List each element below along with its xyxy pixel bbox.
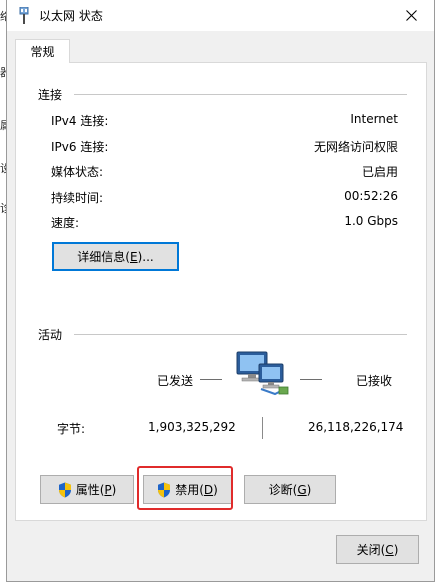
activity-heading: 活动 — [38, 328, 63, 342]
sent-label: 已发送 — [157, 374, 194, 388]
close-window-button[interactable] — [396, 3, 426, 27]
tab-general[interactable]: 常规 — [15, 39, 70, 63]
disable-button-label: 禁用(D) — [175, 483, 218, 497]
received-label: 已接收 — [356, 374, 393, 388]
bytes-separator — [262, 417, 263, 439]
title-bar: 以太网 状态 — [7, 0, 434, 31]
close-button[interactable]: 关闭(C) — [336, 535, 419, 564]
properties-button[interactable]: 属性(P) — [40, 475, 134, 504]
bytes-received-value: 26,118,226,174 — [308, 420, 404, 434]
activity-divider — [74, 334, 407, 335]
diagnose-button-label: 诊断(G) — [268, 483, 312, 497]
received-connector — [300, 379, 322, 380]
sent-connector — [200, 379, 222, 380]
connection-heading: 连接 — [38, 88, 63, 102]
media-state-label: 媒体状态: — [51, 165, 104, 179]
general-tab-panel: 连接 IPv4 连接: Internet IPv6 连接: 无网络访问权限 媒体… — [15, 62, 427, 521]
details-button-label: 详细信息(E)... — [77, 250, 154, 264]
duration-value: 00:52:26 — [344, 189, 398, 203]
network-computers-icon — [236, 351, 289, 396]
speed-label: 速度: — [51, 216, 80, 230]
network-adapter-icon — [19, 7, 29, 24]
duration-label: 持续时间: — [51, 191, 104, 205]
window-title: 以太网 状态 — [39, 9, 103, 23]
uac-shield-icon — [158, 482, 171, 497]
connection-divider — [74, 94, 407, 95]
bytes-sent-value: 1,903,325,292 — [148, 420, 236, 434]
bytes-label: 字节: — [57, 422, 86, 436]
details-button[interactable]: 详细信息(E)... — [52, 242, 179, 271]
speed-value: 1.0 Gbps — [344, 214, 398, 228]
properties-button-label: 属性(P) — [75, 483, 117, 497]
tab-general-label: 常规 — [30, 45, 55, 59]
ipv4-value: Internet — [350, 112, 398, 126]
uac-shield-icon — [58, 482, 71, 497]
disable-button[interactable]: 禁用(D) — [143, 475, 232, 504]
ipv4-label: IPv4 连接: — [51, 114, 109, 128]
ipv6-label: IPv6 连接: — [51, 140, 109, 154]
ethernet-status-dialog: 以太网 状态 常规 连接 IPv4 连接: Internet IPv6 连接: … — [6, 0, 435, 582]
close-icon — [405, 9, 417, 21]
ipv6-value: 无网络访问权限 — [313, 140, 398, 154]
media-state-value: 已启用 — [361, 165, 398, 179]
diagnose-button[interactable]: 诊断(G) — [244, 475, 336, 504]
close-button-label: 关闭(C) — [356, 543, 399, 557]
